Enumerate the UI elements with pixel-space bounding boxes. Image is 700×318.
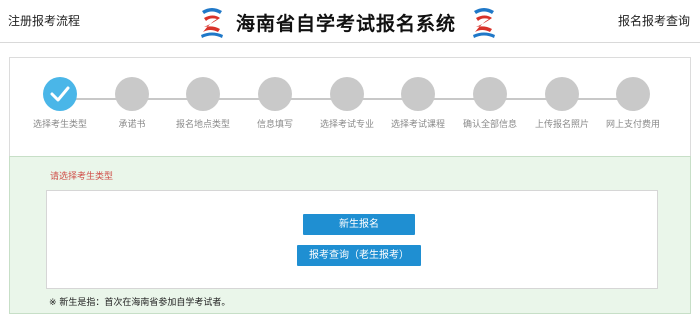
step-circle bbox=[401, 77, 435, 111]
province-exam-logo-icon bbox=[201, 8, 223, 38]
register-process-link[interactable]: 注册报考流程 bbox=[8, 12, 80, 29]
step-6: 选择考试课程 bbox=[378, 77, 458, 130]
progress-steps: 选择考生类型 承诺书 报名地点类型 信息填写 选择考试专业 选择考试课程 确认全… bbox=[9, 57, 691, 156]
step-4: 信息填写 bbox=[235, 77, 315, 130]
step-circle bbox=[473, 77, 507, 111]
new-student-note: ※ 新生是指：首次在海南省参加自学考试者。 bbox=[49, 298, 231, 308]
step-label: 选择考试专业 bbox=[319, 120, 374, 130]
step-5: 选择考试专业 bbox=[307, 77, 387, 130]
choose-type-prompt: 请选择考生类型 bbox=[50, 172, 114, 182]
step-label: 报名地点类型 bbox=[175, 120, 230, 130]
step-label: 承诺书 bbox=[118, 120, 146, 130]
system-title: 海南省自学考试报名系统 bbox=[236, 13, 457, 35]
step-circle bbox=[545, 77, 579, 111]
step-9: 网上支付费用 bbox=[593, 77, 673, 130]
step-circle bbox=[115, 77, 149, 111]
step-7: 确认全部信息 bbox=[450, 77, 530, 130]
step-1: 选择考生类型 bbox=[20, 77, 100, 130]
step-3: 报名地点类型 bbox=[163, 77, 243, 130]
step-label: 确认全部信息 bbox=[462, 120, 517, 130]
step-circle bbox=[330, 77, 364, 111]
check-icon bbox=[50, 86, 70, 102]
candidate-type-panel: 请选择考生类型 新生报名 报考查询（老生报考） ※ 新生是指：首次在海南省参加自… bbox=[9, 156, 691, 314]
step-label: 选择考试课程 bbox=[390, 120, 445, 130]
step-label: 信息填写 bbox=[256, 120, 293, 130]
province-exam-logo-icon bbox=[473, 8, 495, 38]
button-container: 新生报名 报考查询（老生报考） bbox=[46, 190, 658, 289]
step-label: 上传报名照片 bbox=[534, 120, 589, 130]
top-header: 注册报考流程 海南省自学考试报名系统 报名报考查询 bbox=[0, 0, 700, 43]
registration-query-link[interactable]: 报名报考查询 bbox=[618, 12, 690, 29]
system-title-area: 海南省自学考试报名系统 bbox=[198, 3, 498, 39]
step-circle bbox=[616, 77, 650, 111]
returning-student-query-button[interactable]: 报考查询（老生报考） bbox=[297, 245, 421, 266]
step-8: 上传报名照片 bbox=[522, 77, 602, 130]
step-circle-completed bbox=[43, 77, 77, 111]
step-label: 网上支付费用 bbox=[605, 120, 660, 130]
step-circle bbox=[186, 77, 220, 111]
new-student-register-button[interactable]: 新生报名 bbox=[303, 214, 415, 235]
step-2: 承诺书 bbox=[92, 77, 172, 130]
step-label: 选择考生类型 bbox=[32, 120, 87, 130]
step-circle bbox=[258, 77, 292, 111]
